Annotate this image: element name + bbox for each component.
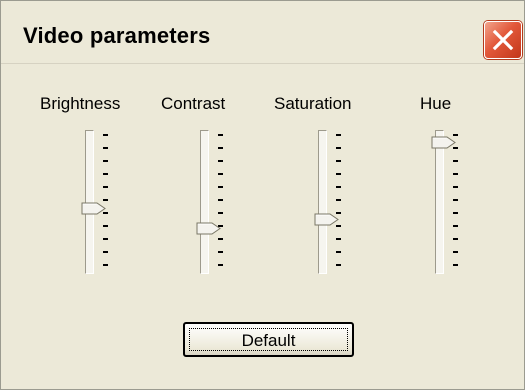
video-parameters-dialog: Video parameters Brightness Contrast Sat… bbox=[0, 0, 525, 390]
slider-tick bbox=[218, 173, 223, 175]
dialog-body: Brightness Contrast Saturation Hue Defau… bbox=[2, 64, 523, 388]
slider-tick bbox=[103, 134, 108, 136]
slider-ticks bbox=[453, 134, 459, 274]
slider-tick bbox=[218, 251, 223, 253]
slider-track[interactable] bbox=[200, 130, 209, 274]
slider-tick bbox=[218, 160, 223, 162]
slider-tick bbox=[103, 147, 108, 149]
brightness-label: Brightness bbox=[40, 94, 121, 113]
slider-tick bbox=[103, 186, 108, 188]
slider-tick bbox=[103, 199, 108, 201]
slider-track[interactable] bbox=[435, 130, 444, 274]
default-button-label: Default bbox=[241, 330, 296, 350]
slider-tick bbox=[336, 160, 341, 162]
contrast-label: Contrast bbox=[161, 94, 226, 113]
saturation-slider[interactable] bbox=[314, 130, 358, 280]
slider-tick bbox=[218, 199, 223, 201]
slider-tick bbox=[336, 134, 341, 136]
slider-tick bbox=[218, 212, 223, 214]
slider-tick bbox=[336, 173, 341, 175]
contrast-slider[interactable] bbox=[196, 130, 240, 280]
slider-tick bbox=[218, 147, 223, 149]
slider-tick bbox=[336, 186, 341, 188]
slider-tick bbox=[103, 251, 108, 253]
slider-tick bbox=[336, 147, 341, 149]
close-button[interactable] bbox=[484, 21, 522, 59]
saturation-label: Saturation bbox=[274, 94, 352, 113]
slider-tick bbox=[453, 160, 458, 162]
slider-tick bbox=[103, 160, 108, 162]
slider-tick bbox=[336, 251, 341, 253]
slider-tick bbox=[453, 212, 458, 214]
slider-tick bbox=[218, 186, 223, 188]
slider-track[interactable] bbox=[318, 130, 327, 274]
slider-tick bbox=[453, 173, 458, 175]
slider-tick bbox=[453, 199, 458, 201]
slider-tick bbox=[218, 264, 223, 266]
slider-tick bbox=[336, 238, 341, 240]
slider-tick bbox=[218, 238, 223, 240]
default-button[interactable]: Default bbox=[183, 322, 354, 357]
slider-tick bbox=[453, 264, 458, 266]
slider-thumb[interactable] bbox=[431, 136, 457, 149]
window-title: Video parameters bbox=[23, 23, 211, 48]
slider-tick bbox=[103, 264, 108, 266]
slider-tick bbox=[336, 264, 341, 266]
slider-tick bbox=[453, 186, 458, 188]
slider-tick bbox=[103, 238, 108, 240]
close-x-icon bbox=[492, 29, 514, 51]
slider-tick bbox=[218, 134, 223, 136]
slider-tick bbox=[336, 199, 341, 201]
brightness-slider[interactable] bbox=[81, 130, 125, 280]
slider-tick bbox=[103, 173, 108, 175]
slider-tick bbox=[453, 251, 458, 253]
hue-label: Hue bbox=[420, 94, 452, 113]
slider-ticks bbox=[336, 134, 342, 274]
slider-ticks bbox=[218, 134, 224, 274]
hue-slider[interactable] bbox=[431, 130, 475, 280]
slider-thumb[interactable] bbox=[196, 222, 222, 235]
slider-thumb[interactable] bbox=[314, 213, 340, 226]
slider-tick bbox=[453, 238, 458, 240]
slider-thumb[interactable] bbox=[81, 202, 107, 215]
slider-tick bbox=[453, 225, 458, 227]
title-bar[interactable]: Video parameters bbox=[1, 1, 524, 64]
slider-tick bbox=[103, 225, 108, 227]
